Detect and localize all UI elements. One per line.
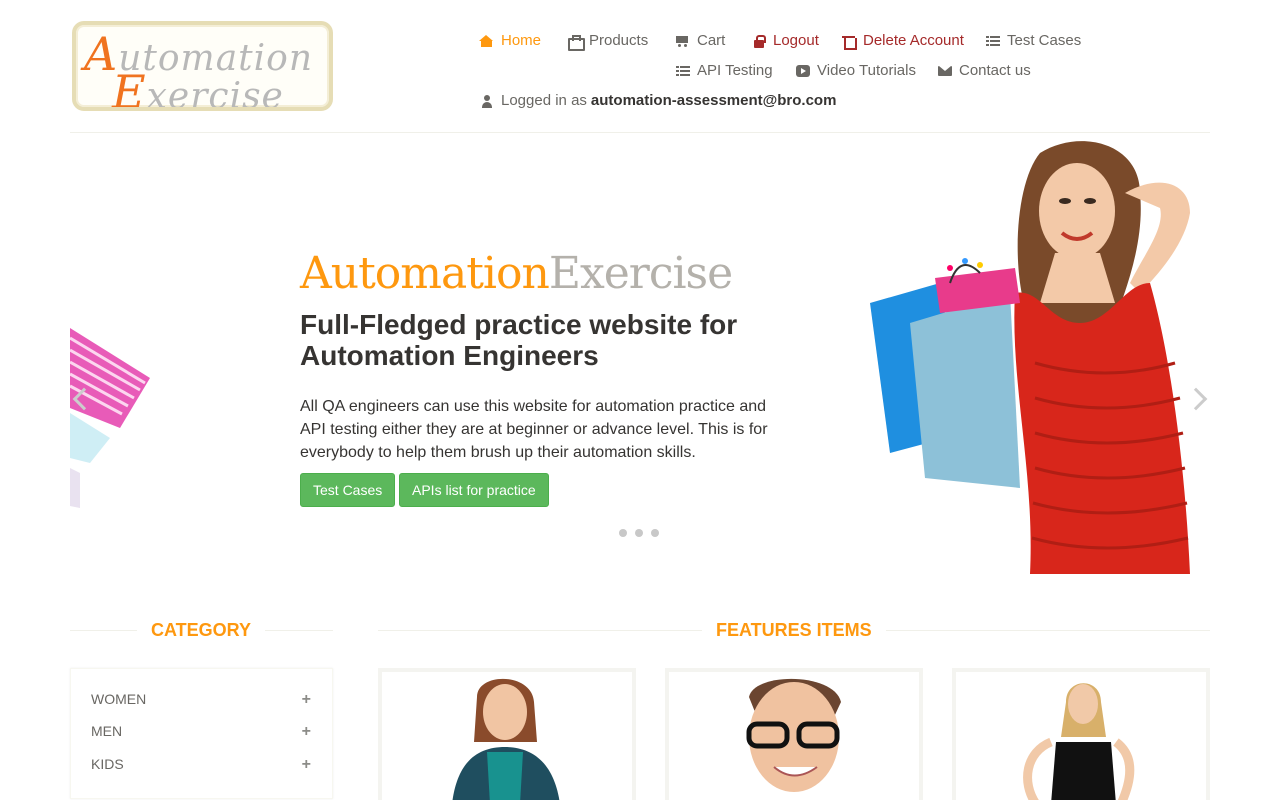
nav-contact-us[interactable]: Contact us bbox=[938, 62, 1031, 79]
carousel-indicator[interactable] bbox=[635, 529, 643, 537]
nav-products[interactable]: Products bbox=[568, 32, 648, 51]
nav-api-testing[interactable]: API Testing bbox=[676, 62, 773, 79]
nav-cart[interactable]: Cart bbox=[676, 32, 725, 49]
hero-brand: AutomationExercise bbox=[300, 248, 733, 299]
carousel-indicators bbox=[619, 529, 659, 537]
home-icon bbox=[479, 34, 494, 47]
plus-icon[interactable]: + bbox=[302, 756, 311, 774]
category-women[interactable]: Women + bbox=[91, 691, 311, 709]
carousel-indicator[interactable] bbox=[651, 529, 659, 537]
list-icon bbox=[986, 35, 1000, 47]
envelope-icon bbox=[938, 65, 952, 77]
product-image bbox=[669, 672, 919, 800]
trash-icon bbox=[842, 35, 857, 50]
plus-icon[interactable]: + bbox=[302, 723, 311, 741]
list-icon bbox=[676, 65, 690, 77]
product-card bbox=[665, 668, 923, 800]
product-card bbox=[952, 668, 1210, 800]
hero-description: All QA engineers can use this website fo… bbox=[300, 398, 768, 461]
hero-carousel: AutomationExercise Full-Fledged practice… bbox=[70, 133, 1210, 574]
plus-icon[interactable]: + bbox=[302, 691, 311, 709]
site-logo[interactable]: Automation Exercise bbox=[72, 21, 333, 111]
cart-icon bbox=[676, 35, 690, 47]
category-title: Category bbox=[137, 620, 266, 641]
test-cases-button[interactable]: Test Cases bbox=[300, 473, 396, 507]
shopping-bag-image bbox=[70, 328, 150, 508]
nav-test-cases[interactable]: Test Cases bbox=[986, 32, 1081, 49]
user-icon bbox=[480, 94, 494, 108]
product-image bbox=[382, 672, 632, 800]
nav-video-tutorials[interactable]: Video Tutorials bbox=[796, 62, 916, 79]
product-image bbox=[956, 672, 1206, 800]
nav-delete-account[interactable]: Delete Account bbox=[842, 32, 964, 50]
lock-icon bbox=[752, 34, 766, 48]
apis-list-button[interactable]: APIs list for practice bbox=[399, 473, 549, 507]
hero-model-image bbox=[870, 141, 1190, 574]
hero-heading: Full-Fledged practice website for Automa… bbox=[300, 309, 738, 371]
youtube-icon bbox=[796, 64, 810, 77]
category-kids[interactable]: Kids + bbox=[91, 756, 311, 774]
carousel-indicator[interactable] bbox=[619, 529, 627, 537]
product-card bbox=[378, 668, 636, 800]
nav-home[interactable]: Home bbox=[479, 32, 541, 49]
category-men[interactable]: Men + bbox=[91, 723, 311, 741]
briefcase-icon bbox=[568, 34, 585, 51]
features-title: Features Items bbox=[702, 620, 886, 641]
nav-logout[interactable]: Logout bbox=[752, 32, 819, 49]
logged-in-status: Logged in as automation-assessment@bro.co… bbox=[480, 92, 836, 109]
category-panel: Women + Men + Kids + bbox=[70, 668, 333, 799]
